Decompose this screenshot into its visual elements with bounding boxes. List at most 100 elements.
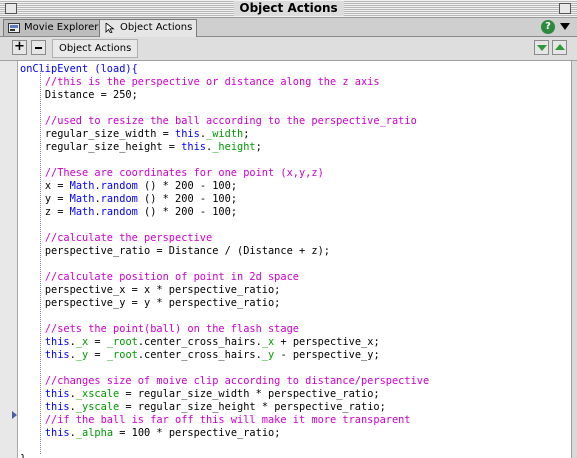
code-keyword: this xyxy=(44,427,70,439)
code-token: perspective_y = y * perspective_ratio; xyxy=(44,297,281,309)
panel-menu-arrow-icon[interactable] xyxy=(560,23,570,30)
code-token: = regular_size_height * perspective_rati… xyxy=(119,401,386,413)
code-line[interactable]: y = Math.random () * 200 - 100; xyxy=(20,193,429,206)
code-editor[interactable]: onClipEvent (load){ //this is the perspe… xyxy=(18,61,571,458)
code-token: perspective_x = x * perspective_ratio; xyxy=(44,284,281,296)
code-comment: //These are coordinates for one point (x… xyxy=(44,167,324,179)
code-comment: //sets the point(ball) on the flash stag… xyxy=(44,323,299,335)
code-line[interactable] xyxy=(20,258,429,271)
code-line[interactable]: } xyxy=(20,453,429,458)
arrow-up-icon xyxy=(555,44,565,50)
code-property: _y xyxy=(75,349,89,361)
code-comment: //calculate the perspective xyxy=(44,232,213,244)
code-line[interactable]: this._x = _root.center_cross_hairs._x + … xyxy=(20,336,429,349)
code-keyword: this xyxy=(44,336,70,348)
code-token: z = xyxy=(44,206,70,218)
code-line[interactable]: perspective_x = x * perspective_ratio; xyxy=(20,284,429,297)
tab-object-actions[interactable]: Object Actions xyxy=(99,19,198,37)
title-bar[interactable]: Object Actions xyxy=(0,0,577,18)
code-keyword: random xyxy=(100,180,138,192)
code-token: y = xyxy=(44,193,70,205)
remove-action-button[interactable] xyxy=(31,40,46,55)
code-token: Distance = 250; xyxy=(44,89,138,101)
code-line[interactable]: //this is the perspective or distance al… xyxy=(20,76,429,89)
code-keyword: onClipEvent xyxy=(20,63,89,75)
code-line[interactable]: this._yscale = regular_size_height * per… xyxy=(20,401,429,414)
arrow-down-icon xyxy=(537,45,547,51)
close-box-icon[interactable] xyxy=(5,3,17,14)
tab-movie-explorer-label: Movie Explorer xyxy=(24,22,99,33)
code-keyword: this xyxy=(44,401,70,413)
code-token: () * 200 - 100; xyxy=(137,180,238,192)
code-line[interactable]: perspective_ratio = Distance / (Distance… xyxy=(20,245,429,258)
code-line[interactable]: Distance = 250; xyxy=(20,89,429,102)
code-line[interactable] xyxy=(20,219,429,232)
code-line[interactable]: regular_size_width = this._width; xyxy=(20,128,429,141)
code-property: _root xyxy=(106,349,138,361)
arrow-cursor-icon xyxy=(105,23,115,33)
code-line[interactable]: onClipEvent (load){ xyxy=(20,63,429,76)
current-line-marker-icon xyxy=(12,411,17,419)
code-token: ; xyxy=(243,128,250,140)
window-title: Object Actions xyxy=(233,1,344,16)
code-property: _xscale xyxy=(75,388,120,400)
code-keyword: Math xyxy=(69,193,95,205)
tab-movie-explorer[interactable]: Movie Explorer xyxy=(3,19,104,36)
panel-right-edge xyxy=(571,61,577,458)
code-line[interactable] xyxy=(20,362,429,375)
code-line[interactable]: regular_size_height = this._height; xyxy=(20,141,429,154)
code-token: regular_size_height = xyxy=(44,141,182,153)
code-line[interactable]: x = Math.random () * 200 - 100; xyxy=(20,180,429,193)
code-line[interactable]: z = Math.random () * 200 - 100; xyxy=(20,206,429,219)
code-comment: //if the ball is far off this will make … xyxy=(44,414,411,426)
help-icon[interactable]: ? xyxy=(541,20,555,34)
code-line[interactable]: //sets the point(ball) on the flash stag… xyxy=(20,323,429,336)
code-line[interactable] xyxy=(20,102,429,115)
code-property: _width xyxy=(206,128,244,140)
code-line[interactable]: this._xscale = regular_size_width * pers… xyxy=(20,388,429,401)
code-token: ; xyxy=(255,141,262,153)
add-action-button[interactable]: + xyxy=(12,40,27,55)
code-line[interactable]: //used to resize the ball according to t… xyxy=(20,115,429,128)
object-actions-label: Object Actions xyxy=(52,39,139,58)
tab-object-actions-label: Object Actions xyxy=(120,22,193,33)
editor-gutter xyxy=(0,61,18,458)
code-token: - perspective_y; xyxy=(274,349,380,361)
code-keyword: this xyxy=(44,388,70,400)
code-line[interactable]: //calculate the perspective xyxy=(20,232,429,245)
code-line[interactable] xyxy=(20,154,429,167)
code-property: _root xyxy=(106,336,138,348)
code-token: .center_cross_hairs. xyxy=(137,336,262,348)
code-property: _x xyxy=(75,336,89,348)
panel-tab-bar: Movie Explorer Object Actions xyxy=(0,18,577,37)
code-property: _y xyxy=(261,349,275,361)
code-property: _height xyxy=(212,141,256,153)
code-token: regular_size_width = xyxy=(44,128,175,140)
code-line[interactable] xyxy=(20,310,429,323)
code-token: = xyxy=(88,336,107,348)
code-line[interactable]: this._alpha = 100 * perspective_ratio; xyxy=(20,427,429,440)
code-line[interactable]: //These are coordinates for one point (x… xyxy=(20,167,429,180)
code-property: _alpha xyxy=(75,427,114,439)
code-token: + perspective_x; xyxy=(274,336,380,348)
code-comment: //calculate position of point in 2d spac… xyxy=(44,271,299,283)
code-line[interactable]: //calculate position of point in 2d spac… xyxy=(20,271,429,284)
move-up-button[interactable] xyxy=(552,40,567,55)
code-text[interactable]: onClipEvent (load){ //this is the perspe… xyxy=(20,63,429,458)
code-comment: //changes size of moive clip according t… xyxy=(44,375,430,387)
move-down-button[interactable] xyxy=(534,40,549,55)
code-token: = 100 * perspective_ratio; xyxy=(113,427,281,439)
code-keyword: random xyxy=(100,206,138,218)
zoom-box-icon[interactable] xyxy=(559,3,571,14)
code-line[interactable]: perspective_y = y * perspective_ratio; xyxy=(20,297,429,310)
code-token: perspective_ratio = Distance / (Distance… xyxy=(44,245,330,257)
code-line[interactable]: //if the ball is far off this will make … xyxy=(20,414,429,427)
code-token: .center_cross_hairs. xyxy=(137,349,262,361)
code-line[interactable] xyxy=(20,440,429,453)
code-keyword: Math xyxy=(69,206,95,218)
code-keyword: this xyxy=(175,128,200,140)
code-line[interactable]: this._y = _root.center_cross_hairs._y - … xyxy=(20,349,429,362)
code-keyword: (load){ xyxy=(88,63,138,75)
movie-explorer-icon xyxy=(8,23,20,33)
code-line[interactable]: //changes size of moive clip according t… xyxy=(20,375,429,388)
